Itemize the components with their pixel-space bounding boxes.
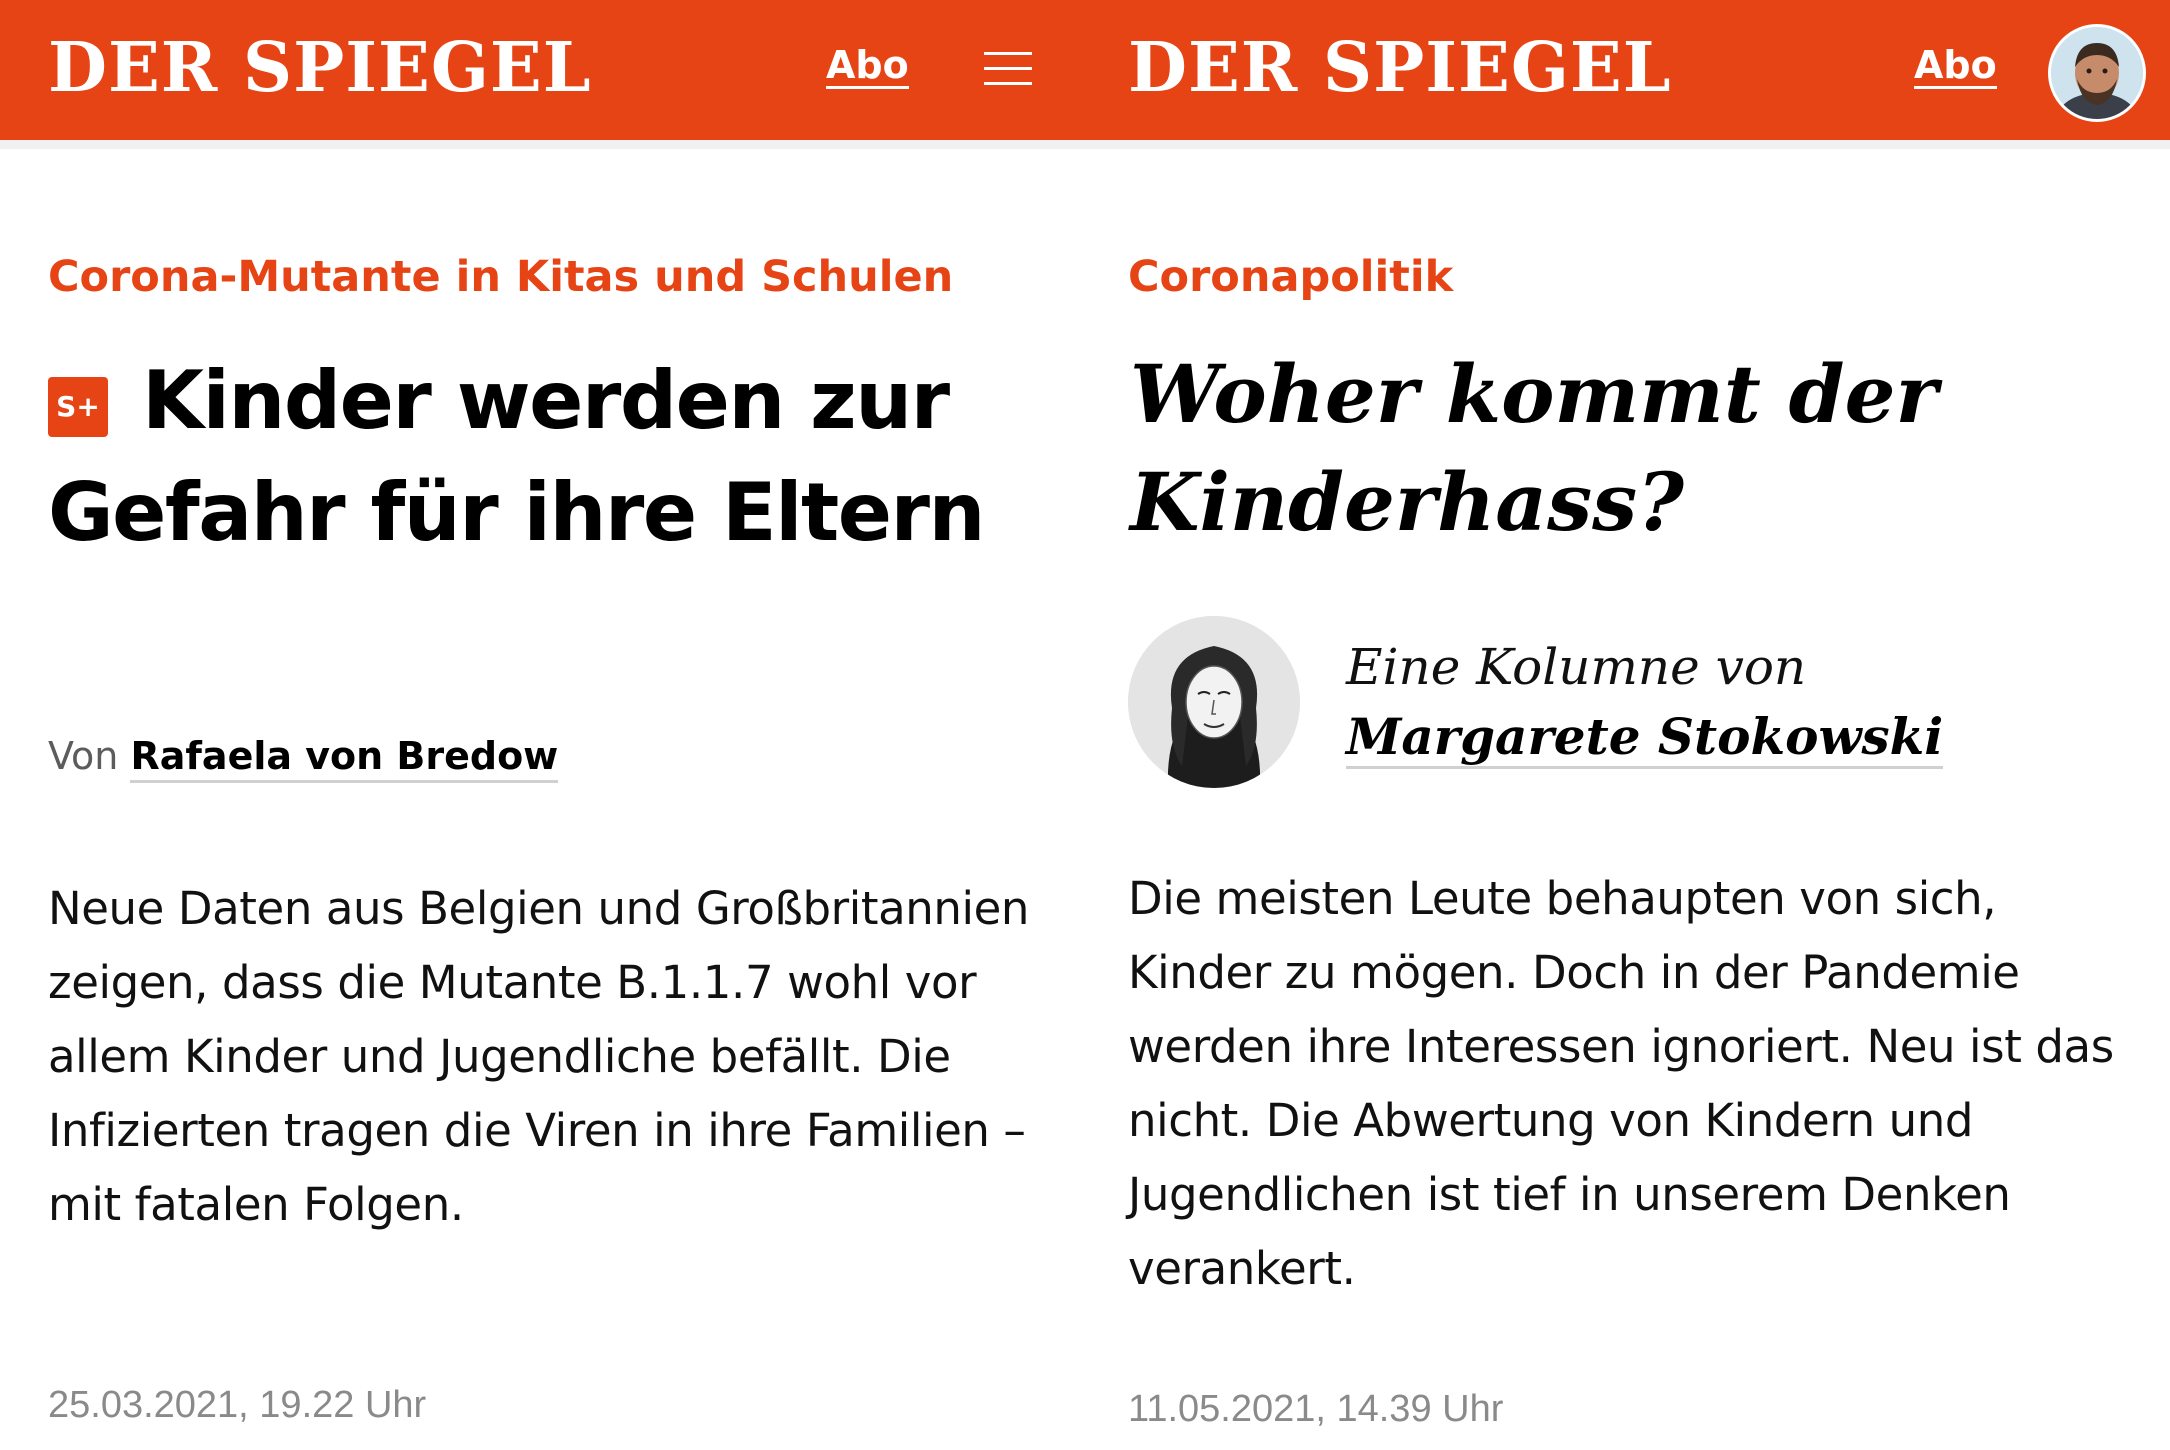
article-headline[interactable]: Woher kommt der Kinderhass?: [1130, 340, 2130, 556]
abo-link[interactable]: Abo: [826, 46, 909, 89]
abo-link[interactable]: Abo: [1914, 46, 1997, 89]
columnist-portrait[interactable]: [1128, 616, 1300, 788]
headline-line-1: Kinder werden zur: [142, 354, 950, 447]
author-link[interactable]: Margarete Stokowski: [1346, 707, 1944, 769]
publish-date: 11.05.2021, 14.39 Uhr: [1128, 1388, 1504, 1430]
article-teaser: Neue Daten aus Belgien und Großbritannie…: [48, 882, 1030, 1231]
spiegel-logo[interactable]: DER SPIEGEL: [48, 34, 592, 102]
article-headline[interactable]: S+ Kinder werden zur Gefahr für ihre Elte…: [48, 345, 1058, 569]
byline-prefix: Eine Kolumne von: [1346, 638, 1807, 696]
hamburger-menu-icon[interactable]: [984, 52, 1032, 86]
article-kicker[interactable]: Corona-Mutante in Kitas und Schulen: [48, 256, 953, 299]
spiegel-logo[interactable]: DER SPIEGEL: [1128, 34, 1672, 102]
headline-line-1: Woher kommt der: [1130, 347, 1938, 441]
header-divider: [1080, 140, 2170, 149]
right-article-pane: DER SPIEGEL Abo Coronapolitik Woher komm…: [1080, 0, 2170, 1450]
headline-line-2: Gefahr für ihre Eltern: [48, 466, 985, 559]
author-link[interactable]: Rafaela von Bredow: [130, 734, 559, 783]
header-divider: [0, 140, 1080, 149]
header-bar: DER SPIEGEL Abo: [0, 0, 1080, 140]
byline: Eine Kolumne von Margarete Stokowski: [1346, 632, 2086, 772]
header-bar: DER SPIEGEL Abo: [1080, 0, 2170, 140]
headline-line-2: Kinderhass?: [1130, 455, 1685, 549]
publish-date: 25.03.2021, 19.22 Uhr: [48, 1384, 427, 1426]
byline: Von Rafaela von Bredow: [48, 734, 559, 783]
user-avatar-icon[interactable]: [2048, 24, 2146, 122]
spiegel-plus-badge: S+: [48, 377, 108, 437]
article-teaser: Die meisten Leute behaupten von sich, Ki…: [1128, 872, 2114, 1295]
left-article-pane: DER SPIEGEL Abo Corona-Mutante in Kitas …: [0, 0, 1080, 1450]
byline-prefix: Von: [48, 734, 119, 778]
article-kicker[interactable]: Coronapolitik: [1128, 256, 1453, 299]
